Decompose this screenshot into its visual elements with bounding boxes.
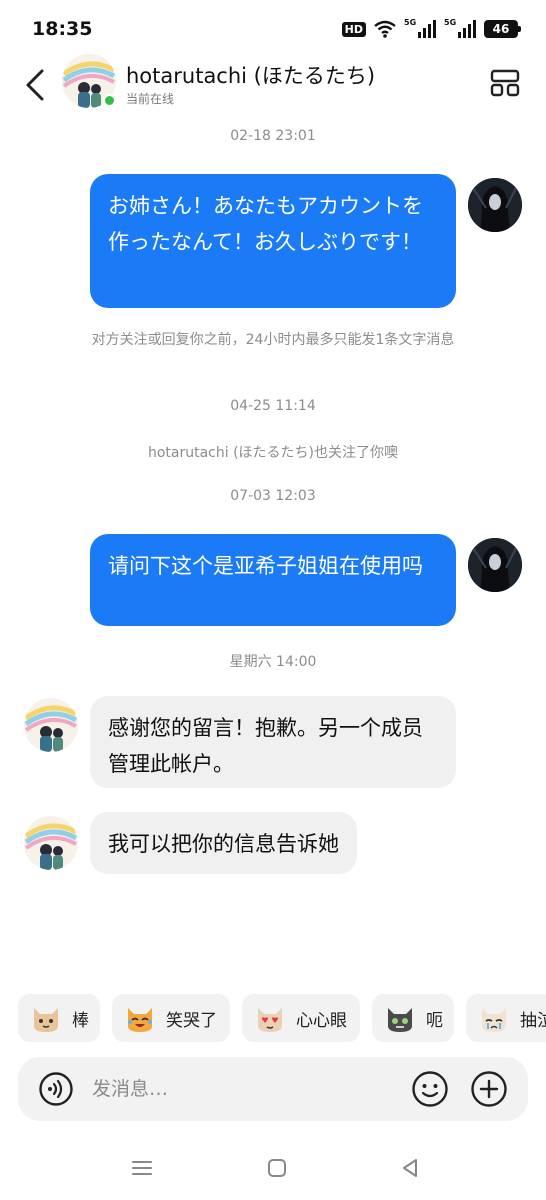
chat-timestamp: 07-03 12:03 xyxy=(230,488,316,504)
system-navigation-bar xyxy=(0,1140,546,1200)
contact-online-status: 当前在线 xyxy=(126,92,175,106)
self-avatar[interactable] xyxy=(468,538,522,592)
back-triangle-icon[interactable] xyxy=(396,1154,424,1182)
message-input[interactable] xyxy=(92,1073,392,1105)
plus-icon[interactable] xyxy=(470,1070,508,1108)
incoming-message-bubble[interactable]: 我可以把你的信息告诉她 xyxy=(90,812,357,874)
incoming-message-bubble[interactable]: 感谢您的留言！抱歉。另一个成员管理此帐户。 xyxy=(90,696,456,788)
contact-name[interactable]: hotarutachi (ほたるたち) xyxy=(126,60,375,90)
quick-reply-label: 心心眼 xyxy=(296,1010,347,1031)
network-type-label: 5G xyxy=(404,18,417,27)
hd-icon: HD xyxy=(341,21,366,37)
outgoing-message-bubble[interactable]: 请问下这个是亚希子姐姐在使用吗 xyxy=(90,534,456,626)
online-status-dot xyxy=(103,94,116,107)
wifi-icon xyxy=(374,20,396,38)
cat-heart-eyes-icon xyxy=(258,1008,282,1032)
voice-icon[interactable] xyxy=(38,1071,74,1107)
status-bar: 18:35 HD 5G 5G 46 xyxy=(0,0,546,60)
status-icons: HD 5G 5G 46 xyxy=(341,18,521,38)
signal-icon: 5G xyxy=(444,18,476,38)
contact-avatar[interactable] xyxy=(24,816,78,870)
emoji-icon[interactable] xyxy=(411,1070,449,1108)
contact-avatar[interactable] xyxy=(24,698,78,752)
chat-timestamp: 02-18 23:01 xyxy=(230,128,316,144)
battery-icon: 46 xyxy=(484,20,521,38)
chat-header: hotarutachi (ほたるたち) 当前在线 xyxy=(0,52,546,118)
self-avatar[interactable] xyxy=(468,178,522,232)
chat-timestamp: 04-25 11:14 xyxy=(230,398,316,414)
quick-reply-chip[interactable]: 抽泣 xyxy=(466,994,546,1042)
quick-reply-chip[interactable]: 笑哭了 xyxy=(112,994,230,1042)
chevron-left-icon[interactable] xyxy=(22,68,50,102)
quick-reply-chip[interactable]: 呃 xyxy=(372,994,454,1042)
home-square-icon[interactable] xyxy=(263,1154,291,1182)
quick-reply-label: 抽泣 xyxy=(520,1010,546,1031)
quick-reply-chip[interactable]: 心心眼 xyxy=(242,994,360,1042)
quick-reply-label: 呃 xyxy=(426,1010,443,1031)
cat-thumbs-up-icon xyxy=(34,1008,58,1032)
system-notice: 对方关注或回复你之前，24小时内最多只能发1条文字消息 xyxy=(91,332,455,348)
layout-grid-icon[interactable] xyxy=(490,68,520,98)
cat-laugh-cry-icon xyxy=(128,1008,152,1032)
quick-reply-row: 棒 笑哭了 心心眼 呃 抽泣 xyxy=(0,994,546,1042)
status-time: 18:35 xyxy=(32,18,93,40)
cat-awkward-icon xyxy=(388,1008,412,1032)
chat-timestamp: 星期六 14:00 xyxy=(229,654,317,670)
quick-reply-label: 笑哭了 xyxy=(166,1010,217,1031)
quick-reply-label: 棒 xyxy=(72,1010,89,1031)
network-type-label: 5G xyxy=(444,18,457,27)
system-notice: hotarutachi (ほたるたち)也关注了你噢 xyxy=(147,445,399,461)
cat-sob-icon xyxy=(482,1008,506,1032)
quick-reply-chip[interactable]: 棒 xyxy=(18,994,100,1042)
signal-icon: 5G xyxy=(404,18,436,38)
menu-icon[interactable] xyxy=(128,1154,156,1182)
outgoing-message-bubble[interactable]: お姉さん！あなたもアカウントを作ったなんて！お久しぶりです！ xyxy=(90,174,456,308)
message-input-bar xyxy=(18,1057,528,1121)
